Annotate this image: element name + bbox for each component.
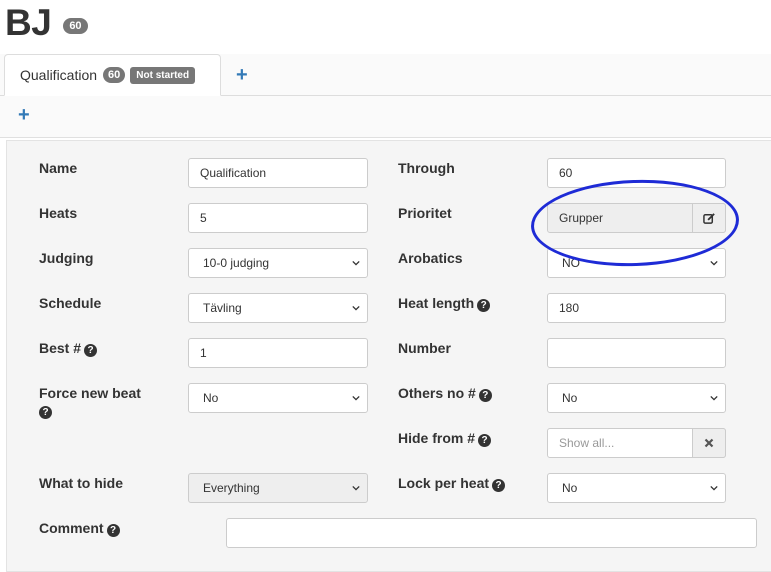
what-to-hide-value: Everything [203, 481, 260, 495]
page-title: BJ [5, 2, 52, 43]
schedule-value: Tävling [203, 301, 242, 315]
best-input[interactable]: 1 [188, 338, 368, 368]
others-no-label-text: Others no # [398, 385, 476, 401]
tab-bar: Qualification 60 Not started + [0, 54, 771, 96]
help-icon[interactable]: ? [39, 406, 52, 419]
others-no-select[interactable]: No [547, 383, 726, 413]
heat-length-label: Heat length? [398, 295, 491, 312]
tab-qualification[interactable]: Qualification 60 Not started [4, 54, 221, 96]
arobatics-value: NO [562, 256, 580, 270]
hide-from-label-text: Hide from # [398, 430, 476, 446]
edit-square-icon [702, 212, 715, 224]
force-new-beat-select[interactable]: No [188, 383, 368, 413]
heats-input[interactable]: 5 [188, 203, 368, 233]
prioritet-label: Prioritet [398, 205, 452, 221]
sub-toolbar: + [0, 96, 771, 138]
heat-length-input[interactable]: 180 [547, 293, 726, 323]
help-icon[interactable]: ? [477, 299, 491, 312]
help-icon[interactable]: ? [84, 344, 98, 357]
prioritet-value: Grupper [559, 211, 604, 225]
number-label: Number [398, 340, 451, 356]
hide-from-label: Hide from #? [398, 430, 492, 447]
schedule-label: Schedule [39, 295, 102, 311]
chevron-down-icon [352, 260, 360, 266]
name-input[interactable]: Qualification [188, 158, 368, 188]
lock-per-heat-value: No [562, 481, 578, 495]
what-to-hide-label: What to hide [39, 475, 123, 491]
chevron-down-icon [352, 485, 360, 491]
hide-from-placeholder: Show all... [559, 436, 615, 450]
through-label: Through [398, 160, 455, 176]
schedule-select[interactable]: Tävling [188, 293, 368, 323]
arobatics-label: Arobatics [398, 250, 463, 266]
heat-length-label-text: Heat length [398, 295, 475, 311]
through-input[interactable]: 60 [547, 158, 726, 188]
force-new-beat-label-text: Force new beat [39, 385, 141, 401]
judging-label: Judging [39, 250, 94, 266]
best-label-text: Best # [39, 340, 82, 356]
edit-button[interactable] [692, 203, 726, 233]
chevron-down-icon [352, 305, 360, 311]
number-input[interactable] [547, 338, 726, 368]
help-icon[interactable]: ? [492, 479, 506, 492]
tab-label: Qualification [20, 67, 98, 83]
add-tab-button[interactable]: + [236, 64, 248, 87]
others-no-label: Others no #? [398, 385, 492, 402]
chevron-down-icon [352, 395, 360, 401]
help-icon[interactable]: ? [106, 524, 120, 537]
arobatics-select[interactable]: NO [547, 248, 726, 278]
force-new-beat-value: No [203, 391, 219, 405]
add-item-button[interactable]: + [18, 104, 30, 127]
best-label: Best #? [39, 340, 98, 357]
tab-count-badge: 60 [103, 67, 126, 83]
others-no-value: No [562, 391, 578, 405]
hide-from-input[interactable]: Show all... [547, 428, 726, 458]
times-icon [704, 438, 714, 448]
what-to-hide-select[interactable]: Everything [188, 473, 368, 503]
clear-button[interactable] [692, 428, 726, 458]
chevron-down-icon [710, 485, 718, 491]
chevron-down-icon [710, 395, 718, 401]
lock-per-heat-select[interactable]: No [547, 473, 726, 503]
lock-per-heat-label-text: Lock per heat [398, 475, 490, 491]
heats-label: Heats [39, 205, 78, 221]
judging-select[interactable]: 10-0 judging [188, 248, 368, 278]
chevron-down-icon [710, 260, 718, 266]
name-label: Name [39, 160, 78, 176]
help-icon[interactable]: ? [478, 389, 492, 402]
comment-label: Comment? [39, 520, 120, 537]
prioritet-input[interactable]: Grupper [547, 203, 726, 233]
comment-input[interactable] [226, 518, 757, 548]
page-header: BJ 60 [5, 0, 88, 46]
help-icon[interactable]: ? [478, 434, 492, 447]
judging-value: 10-0 judging [203, 256, 270, 270]
status-badge: Not started [130, 66, 196, 84]
count-badge: 60 [63, 18, 88, 34]
comment-label-text: Comment [39, 520, 104, 536]
force-new-beat-label: Force new beat? [39, 385, 159, 419]
lock-per-heat-label: Lock per heat? [398, 475, 506, 492]
